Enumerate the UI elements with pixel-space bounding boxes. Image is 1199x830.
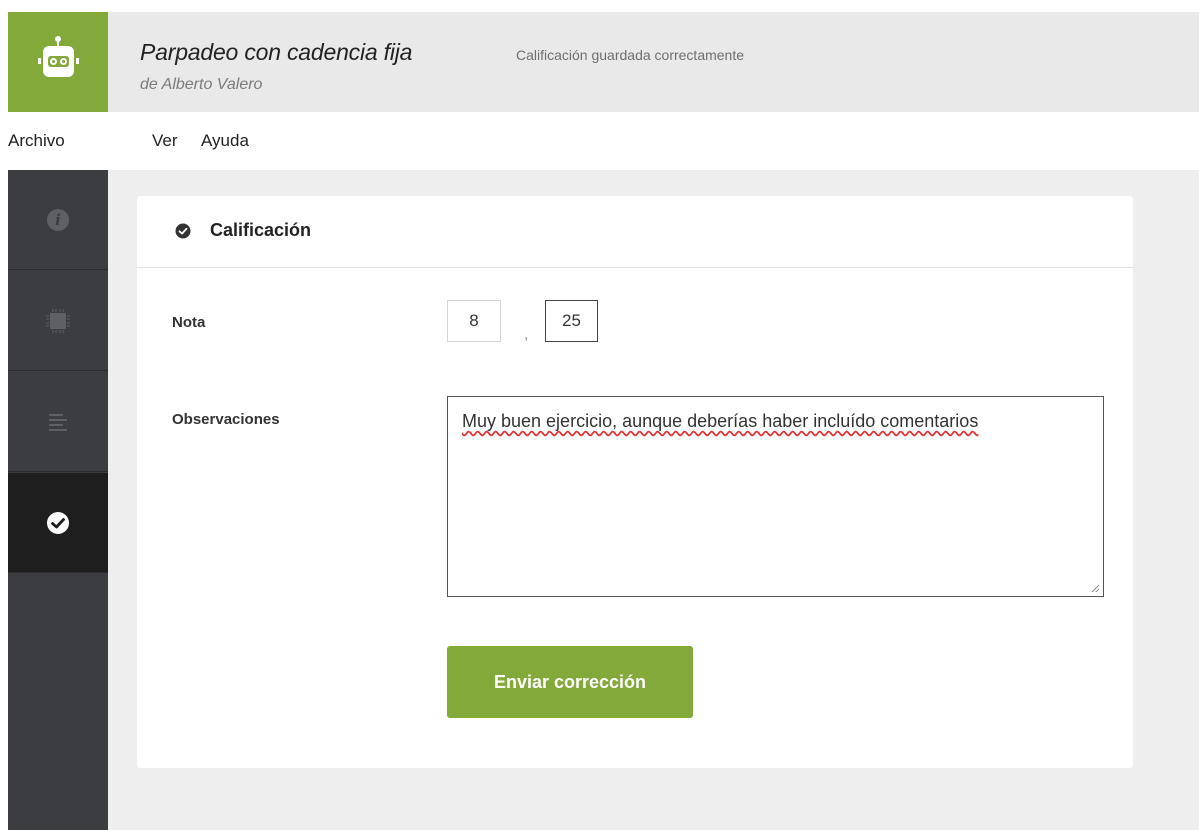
status-message: Calificación guardada correctamente [516, 47, 745, 63]
sidebar: i [8, 170, 108, 830]
card-title: Calificación [210, 220, 312, 240]
robot-icon [38, 36, 79, 77]
nota-integer-input[interactable]: 8 [447, 300, 501, 342]
sidebar-item-code[interactable] [8, 372, 108, 472]
menu-ayuda[interactable]: Ayuda [201, 131, 249, 151]
observaciones-textarea[interactable]: Muy buen ejercicio, aunque deberías habe… [447, 396, 1104, 597]
nota-label: Nota [172, 314, 206, 331]
sidebar-item-grading[interactable] [8, 473, 108, 573]
sidebar-item-info[interactable]: i [8, 170, 108, 270]
check-circle-icon [47, 511, 69, 534]
observaciones-label: Observaciones [172, 411, 280, 428]
info-icon: i [47, 208, 69, 231]
submit-correction-button[interactable]: Enviar corrección [447, 646, 693, 718]
nota-separator: , [524, 326, 529, 343]
author-label: de Alberto Valero [140, 76, 263, 93]
menu-ver[interactable]: Ver [152, 131, 178, 151]
card-header: Calificación [137, 196, 1133, 268]
resize-grip-icon[interactable] [1091, 584, 1100, 593]
sidebar-item-hardware[interactable] [8, 271, 108, 371]
chip-icon [46, 308, 70, 333]
lines-icon [49, 413, 67, 431]
menu-bar: Archivo Ver Ayuda [0, 112, 1199, 170]
nota-decimal-input[interactable]: 25 [545, 300, 598, 342]
page-title: Parpadeo con cadencia fija [140, 39, 413, 65]
app-logo[interactable] [8, 12, 108, 112]
observaciones-text: Muy buen ejercicio, aunque deberías habe… [462, 411, 979, 431]
menu-archivo[interactable]: Archivo [8, 131, 65, 151]
check-circle-icon [175, 223, 191, 239]
